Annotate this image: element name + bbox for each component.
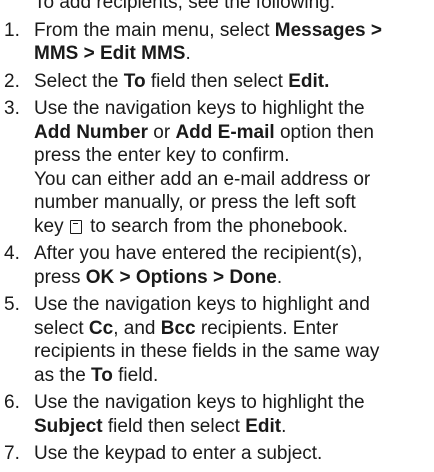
bold-term: Edit. [288,70,330,92]
text-segment: Use the navigation keys to highlight and [34,294,370,315]
text-segment: recipients in these fields in the same w… [34,341,380,362]
steps-list: 1. From the main menu, select Messages > M… [0,19,434,466]
text-segment: press the enter key to confirm. [34,145,290,166]
step-line: press OK > Options > Done. [34,266,432,290]
text-segment: . [276,266,283,288]
bold-term: To [123,70,146,92]
text-segment: number manually, or press the left soft [34,192,356,213]
step-line: Use the navigation keys to highlight the [34,391,432,415]
step-item: 3. Use the navigation keys to highlight t… [0,97,434,238]
text-segment: field. [112,364,159,386]
step-item: 4. After you have entered the recipient(s… [0,242,434,289]
step-line: recipients in these fields in the same w… [34,340,432,364]
step-item: 1. From the main menu, select Messages > M… [0,19,434,66]
step-text: Use the navigation keys to highlight the… [34,391,434,438]
step-line: press the enter key to confirm. [34,144,432,168]
text-segment: recipients. Enter [195,317,339,339]
step-text: From the main menu, select Messages > MMS… [34,19,434,66]
step-line: Subject field then select Edit. [34,415,432,439]
bold-term: MMS > Edit MMS [34,43,186,64]
step-item: 2. Select the To field then select Edit. [0,70,434,94]
text-segment: You can either add an e-mail address or [34,168,371,190]
partial-top-line: To add recipients, see the following. [0,0,434,15]
bold-term: Add Number [34,121,148,143]
bold-term: To [91,364,113,386]
step-number: 2. [4,70,20,92]
left-soft-key-icon [69,219,82,234]
text-segment: Select the [34,70,124,92]
partial-top-text: To add recipients, see the following. [34,0,336,13]
step-number: 1. [4,19,20,41]
bold-term: Messages > [274,19,382,41]
bold-term: Edit [245,415,282,437]
step-text: Select the To field then select Edit. [34,70,434,94]
text-segment: select [34,317,89,339]
text-segment: or [148,121,176,143]
step-number: 7. [4,443,20,464]
text-segment: Use the navigation keys to highlight the [34,98,365,119]
step-line: You can either add an e-mail address or [34,168,432,192]
step-number: 5. [4,294,20,315]
text-segment: field then select [145,70,289,92]
step-line: number manually, or press the left soft [34,191,432,215]
text-segment: From the main menu, select [34,19,275,41]
text-segment: as the [34,364,92,386]
step-line: MMS > Edit MMS. [34,42,432,66]
step-number: 3. [4,98,20,119]
text-segment: option then [274,121,374,143]
text-segment: Use the navigation keys to highlight the [34,392,365,413]
step-line: After you have entered the recipient(s), [34,242,432,266]
step-line: Use the navigation keys to highlight the [34,97,432,121]
bold-term: Cc [88,317,114,339]
bold-term: OK > Options > Done [85,266,277,288]
step-line: Use the navigation keys to highlight and [34,293,432,317]
step-line: Select the To field then select Edit. [34,70,432,94]
bold-term: Add E-mail [175,121,275,143]
step-number: 4. [4,243,20,264]
step-line: select Cc, and Bcc recipients. Enter [34,317,432,341]
step-item: 5. Use the navigation keys to highlight a… [0,293,434,387]
step-line: Use the keypad to enter a subject. [34,442,432,466]
step-item: 7. Use the keypad to enter a subject. [0,442,434,466]
text-segment: Use the keypad to enter a subject. [34,443,323,464]
step-line: Add Number or Add E-mail option then [34,121,432,145]
text-segment: key [34,215,69,237]
bold-term: Subject [34,415,103,437]
step-text: Use the navigation keys to highlight the… [34,97,434,238]
bold-term: Bcc [160,317,196,339]
text-segment: to search from the phonebook. [84,215,348,237]
instruction-page: To add recipients, see the following. 1.… [0,0,434,470]
text-segment: , and [113,317,161,339]
step-line: From the main menu, select Messages > [34,19,432,43]
text-segment: field then select [102,415,246,437]
step-item: 6. Use the navigation keys to highlight t… [0,391,434,438]
text-segment: . [281,415,287,437]
step-line: key to search from the phonebook. [34,215,432,239]
step-line: as the To field. [34,364,432,388]
text-segment: . [185,43,191,64]
text-segment: press [34,266,86,288]
step-text: After you have entered the recipient(s),… [34,242,434,289]
text-segment: After you have entered the recipient(s), [34,243,363,264]
step-text: Use the keypad to enter a subject. [34,442,434,466]
step-text: Use the navigation keys to highlight and… [34,293,434,387]
step-number: 6. [4,392,20,413]
